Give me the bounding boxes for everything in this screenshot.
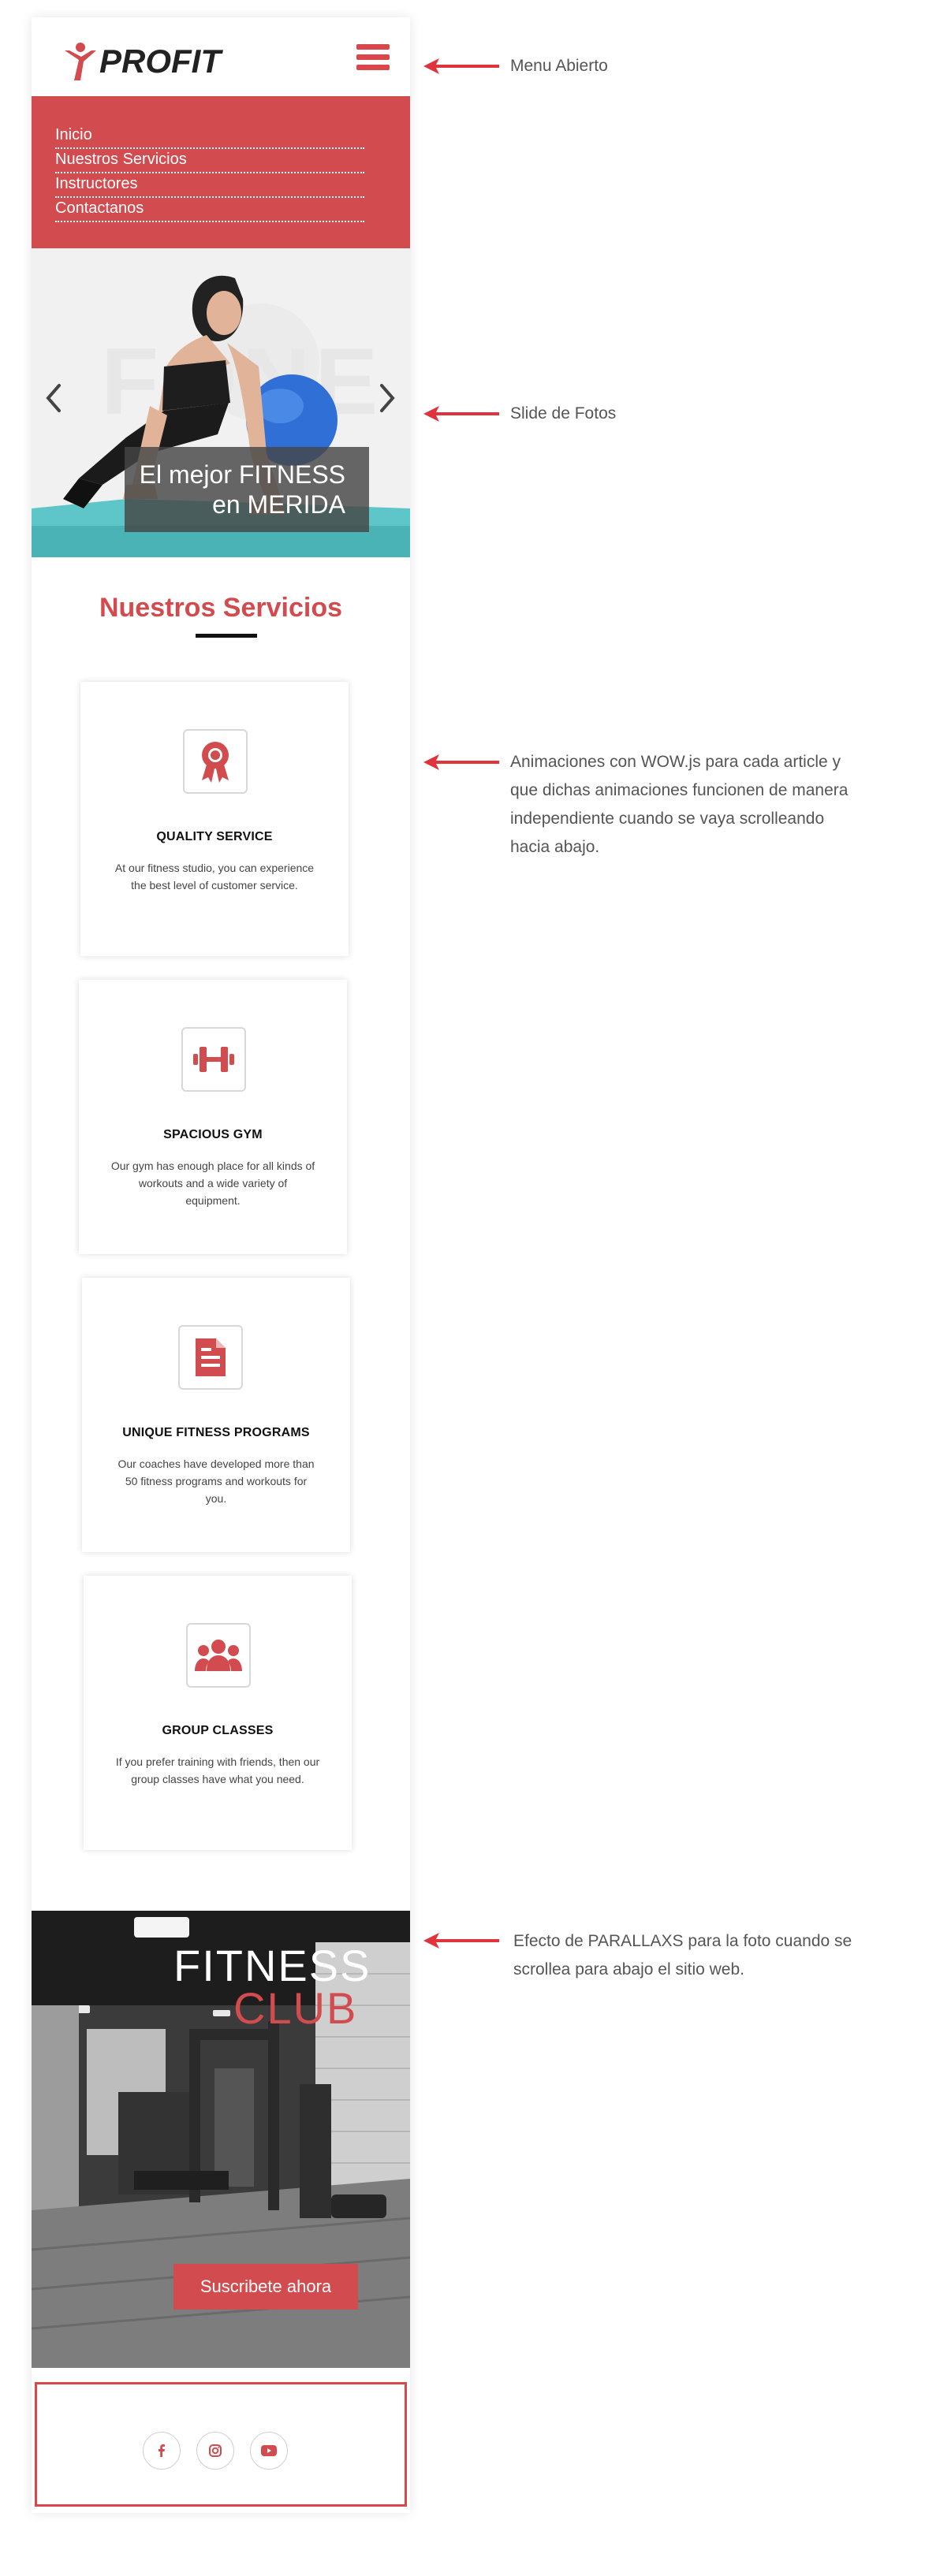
annotation-wow-line: independiente cuando se vaya scrolleando bbox=[510, 810, 825, 828]
youtube-icon[interactable] bbox=[250, 2432, 288, 2470]
group-icon bbox=[186, 1623, 251, 1688]
logo-text: PROFIT bbox=[99, 43, 221, 80]
menu-item-contactanos[interactable]: Contactanos bbox=[55, 198, 364, 222]
annotation-parallax-line: Efecto de PARALLAXS para la foto cuando … bbox=[513, 1932, 852, 1950]
annotation-wow: Animaciones con WOW.js para cada article… bbox=[510, 748, 848, 862]
open-menu: Inicio Nuestros Servicios Instructores C… bbox=[32, 96, 410, 248]
slide-caption-line1: El mejor FITNESS bbox=[139, 460, 345, 489]
annotation-arrow-menu bbox=[423, 58, 499, 74]
logo-figure-icon bbox=[65, 43, 96, 80]
annotation-arrow-parallax bbox=[423, 1933, 499, 1949]
card-text: Our gym has enough place for all kinds o… bbox=[110, 1160, 315, 1207]
award-icon bbox=[183, 729, 248, 794]
annotation-slider: Slide de Fotos bbox=[510, 404, 617, 423]
subscribe-button[interactable]: Suscribete ahora bbox=[173, 2264, 358, 2310]
facebook-icon[interactable] bbox=[143, 2432, 181, 2470]
parallax-title-line2: CLUB bbox=[233, 1983, 358, 2033]
annotation-parallax-line: scrollea para abajo el sitio web. bbox=[513, 1960, 744, 1979]
slide-caption-line2: en MERIDA bbox=[212, 490, 345, 519]
service-card-quality: QUALITY SERVICE At our fitness studio, y… bbox=[80, 682, 349, 956]
card-text: Our coaches have developed more than 50 … bbox=[117, 1457, 315, 1505]
chevron-right-icon[interactable] bbox=[379, 382, 397, 414]
parallax-title-line1: FITNESS bbox=[173, 1941, 371, 1990]
annotation-parallax: Efecto de PARALLAXS para la foto cuando … bbox=[513, 1927, 852, 1984]
slide-caption: El mejor FITNESS en MERIDA bbox=[125, 447, 369, 532]
service-card-gym: SPACIOUS GYM Our gym has enough place fo… bbox=[79, 980, 347, 1254]
service-card-programs: UNIQUE FITNESS PROGRAMS Our coaches have… bbox=[82, 1278, 350, 1552]
menu-item-inicio[interactable]: Inicio bbox=[55, 125, 364, 149]
parallax-section: FITNESS CLUB Suscribete ahora bbox=[32, 1911, 410, 2368]
card-text: If you prefer training with friends, the… bbox=[115, 1755, 320, 1785]
annotation-arrow-wow bbox=[423, 754, 499, 770]
annotation-menu: Menu Abierto bbox=[510, 57, 608, 75]
annotation-wow-line: Animaciones con WOW.js para cada article… bbox=[510, 753, 841, 771]
card-text: At our fitness studio, you can experienc… bbox=[114, 862, 315, 892]
card-title: SPACIOUS GYM bbox=[163, 1128, 263, 1141]
site-header: PROFIT bbox=[32, 17, 410, 96]
footer bbox=[35, 2382, 407, 2507]
card-title: QUALITY SERVICE bbox=[156, 830, 273, 843]
chevron-left-icon[interactable] bbox=[43, 382, 62, 414]
hamburger-icon[interactable] bbox=[356, 44, 390, 73]
services-title: Nuestros Servicios bbox=[99, 593, 343, 623]
card-title: GROUP CLASSES bbox=[162, 1724, 274, 1737]
menu-item-instructores[interactable]: Instructores bbox=[55, 173, 364, 198]
photo-slider: FONE El mejor FITNESS bbox=[32, 248, 410, 557]
annotation-arrow-slider bbox=[423, 406, 499, 422]
annotation-wow-line: hacia abajo. bbox=[510, 838, 600, 856]
annotation-wow-line: que dichas animaciones funcionen de mane… bbox=[510, 781, 849, 799]
mobile-page: PROFIT Inicio Nuestros Servicios Instruc… bbox=[32, 17, 410, 2513]
card-title: UNIQUE FITNESS PROGRAMS bbox=[122, 1426, 310, 1439]
document-icon bbox=[178, 1325, 243, 1390]
logo[interactable]: PROFIT bbox=[63, 41, 221, 82]
service-card-group: GROUP CLASSES If you prefer training wit… bbox=[84, 1576, 352, 1850]
instagram-icon[interactable] bbox=[196, 2432, 234, 2470]
dumbbell-icon bbox=[181, 1027, 246, 1092]
menu-item-servicios[interactable]: Nuestros Servicios bbox=[55, 149, 364, 173]
title-underline bbox=[196, 634, 257, 638]
